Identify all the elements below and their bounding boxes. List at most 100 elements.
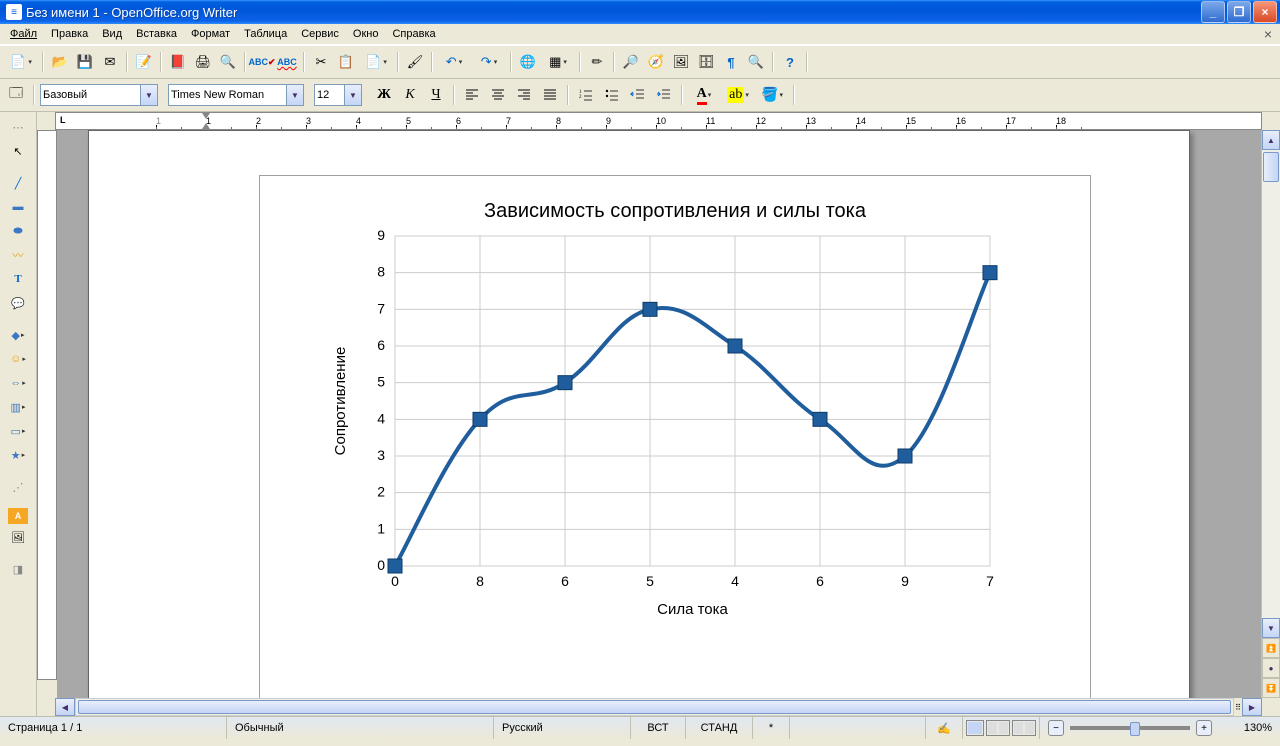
line-tool[interactable]: ╱ bbox=[6, 172, 30, 194]
view-book-icon[interactable] bbox=[1012, 720, 1036, 736]
format-paintbrush-button[interactable]: 🖌 bbox=[403, 50, 427, 74]
edit-file-button[interactable]: 📝 bbox=[132, 50, 156, 74]
styles-window-button[interactable]: 🗔 bbox=[4, 83, 28, 107]
datasources-button[interactable]: 🗄 bbox=[694, 50, 718, 74]
maximize-button[interactable]: ❐ bbox=[1227, 1, 1251, 23]
flowchart-tool[interactable]: ▥ bbox=[6, 396, 30, 418]
menu-table[interactable]: Таблица bbox=[238, 26, 293, 42]
status-signature-icon[interactable]: ✍ bbox=[926, 717, 963, 739]
status-select-mode[interactable]: СТАНД bbox=[686, 717, 753, 739]
new-document-button[interactable]: 📄 bbox=[4, 50, 38, 74]
scroll-left-button[interactable]: ◀ bbox=[55, 698, 75, 716]
minimize-button[interactable]: _ bbox=[1201, 1, 1225, 23]
vertical-ruler[interactable] bbox=[37, 130, 57, 680]
vertical-scrollbar[interactable]: ▲ ▼ ⏫ ● ⏬ bbox=[1261, 130, 1280, 698]
fontwork-tool[interactable]: A bbox=[8, 508, 28, 524]
extrusion-tool[interactable]: ◨ bbox=[6, 558, 30, 580]
text-tool[interactable]: T bbox=[6, 268, 30, 290]
save-button[interactable]: 💾 bbox=[73, 50, 97, 74]
status-language[interactable]: Русский bbox=[494, 717, 631, 739]
scroll-thumb-v[interactable] bbox=[1263, 152, 1279, 182]
scroll-right-button[interactable]: ▶ bbox=[1242, 698, 1262, 716]
prev-page-button[interactable]: ⏫ bbox=[1262, 638, 1280, 658]
copy-button[interactable]: 📋 bbox=[334, 50, 358, 74]
menu-tools[interactable]: Сервис bbox=[295, 26, 345, 42]
font-size-select[interactable] bbox=[314, 84, 362, 106]
status-zoom[interactable]: 130% bbox=[1220, 717, 1280, 739]
view-single-page-icon[interactable] bbox=[966, 720, 984, 736]
menu-format[interactable]: Формат bbox=[185, 26, 236, 42]
help-button[interactable]: ? bbox=[778, 50, 802, 74]
zoom-slider[interactable] bbox=[1070, 726, 1190, 730]
print-button[interactable]: 🖨 bbox=[191, 50, 215, 74]
menu-edit[interactable]: Правка bbox=[45, 26, 94, 42]
menu-window[interactable]: Окно bbox=[347, 26, 385, 42]
autospell-button[interactable]: ABC bbox=[275, 50, 299, 74]
chart-object[interactable]: Зависимость сопротивления и силы тока 01… bbox=[259, 175, 1091, 698]
numbered-list-button[interactable]: 12 bbox=[574, 83, 598, 107]
bullet-list-button[interactable] bbox=[600, 83, 624, 107]
status-style[interactable]: Обычный bbox=[227, 717, 494, 739]
print-preview-button[interactable]: 🔍 bbox=[216, 50, 240, 74]
align-left-button[interactable] bbox=[460, 83, 484, 107]
decrease-indent-button[interactable] bbox=[626, 83, 650, 107]
show-draw-button[interactable]: ✏ bbox=[585, 50, 609, 74]
dots-icon[interactable]: ⋯ bbox=[6, 116, 30, 138]
paste-button[interactable]: 📄 bbox=[359, 50, 393, 74]
font-name-select[interactable] bbox=[168, 84, 304, 106]
font-color-button[interactable]: A bbox=[688, 83, 720, 107]
menu-insert[interactable]: Вставка bbox=[130, 26, 183, 42]
zoom-button[interactable]: 🔍 bbox=[744, 50, 768, 74]
menu-view[interactable]: Вид bbox=[96, 26, 128, 42]
view-multi-page-icon[interactable] bbox=[986, 720, 1010, 736]
nonprinting-button[interactable]: ¶ bbox=[719, 50, 743, 74]
gallery-button[interactable]: 🖼 bbox=[669, 50, 693, 74]
freeform-tool[interactable]: 〰 bbox=[6, 244, 30, 266]
background-color-button[interactable]: 🪣 bbox=[756, 83, 788, 107]
ellipse-tool[interactable]: ⬬ bbox=[6, 220, 30, 242]
points-tool[interactable]: ⋰ bbox=[6, 476, 30, 498]
block-arrows-tool[interactable]: ⇔ bbox=[6, 372, 30, 394]
navigator-button[interactable]: 🧭 bbox=[644, 50, 668, 74]
scroll-down-button[interactable]: ▼ bbox=[1262, 618, 1280, 638]
find-button[interactable]: 🔎 bbox=[619, 50, 643, 74]
highlight-button[interactable]: ab bbox=[722, 83, 754, 107]
underline-button[interactable]: Ч bbox=[424, 83, 448, 107]
paragraph-style-select[interactable] bbox=[40, 84, 158, 106]
undo-button[interactable]: ↶ bbox=[437, 50, 471, 74]
callouts-tool[interactable]: ▭ bbox=[6, 420, 30, 442]
export-pdf-button[interactable]: 📕 bbox=[166, 50, 190, 74]
split-handle[interactable]: ⠿ bbox=[1234, 698, 1242, 716]
symbol-shapes-tool[interactable]: ☺ bbox=[6, 348, 30, 370]
document-close-button[interactable]: × bbox=[1260, 26, 1276, 42]
hyperlink-button[interactable]: 🌐 bbox=[516, 50, 540, 74]
status-insert[interactable]: ВСТ bbox=[631, 717, 686, 739]
stars-tool[interactable]: ★ bbox=[6, 444, 30, 466]
spellcheck-button[interactable]: ABC✔ bbox=[250, 50, 274, 74]
cut-button[interactable]: ✂ bbox=[309, 50, 333, 74]
zoom-in-button[interactable]: + bbox=[1196, 720, 1212, 736]
align-center-button[interactable] bbox=[486, 83, 510, 107]
menu-help[interactable]: Справка bbox=[386, 26, 441, 42]
document-canvas[interactable]: Зависимость сопротивления и силы тока 01… bbox=[57, 130, 1261, 698]
from-file-tool[interactable]: 🖼 bbox=[6, 526, 30, 548]
basic-shapes-tool[interactable]: ◆ bbox=[6, 324, 30, 346]
close-button[interactable]: × bbox=[1253, 1, 1277, 23]
align-justify-button[interactable] bbox=[538, 83, 562, 107]
italic-button[interactable]: К bbox=[398, 83, 422, 107]
zoom-out-button[interactable]: − bbox=[1048, 720, 1064, 736]
increase-indent-button[interactable] bbox=[652, 83, 676, 107]
nav-button[interactable]: ● bbox=[1262, 658, 1280, 678]
menu-file[interactable]: Файл bbox=[4, 26, 43, 42]
next-page-button[interactable]: ⏬ bbox=[1262, 678, 1280, 698]
scroll-thumb-h[interactable] bbox=[78, 700, 1231, 714]
scroll-up-button[interactable]: ▲ bbox=[1262, 130, 1280, 150]
callout-tool[interactable]: 💬 bbox=[6, 292, 30, 314]
horizontal-ruler[interactable]: L 1123456789101112131415161718 bbox=[55, 112, 1262, 130]
select-tool[interactable]: ↖ bbox=[6, 140, 30, 162]
redo-button[interactable]: ↷ bbox=[472, 50, 506, 74]
bold-button[interactable]: Ж bbox=[372, 83, 396, 107]
horizontal-scrollbar[interactable]: ◀ ⠿ ▶ bbox=[37, 698, 1280, 716]
rectangle-tool[interactable]: ▬ bbox=[6, 196, 30, 218]
email-button[interactable]: ✉ bbox=[98, 50, 122, 74]
